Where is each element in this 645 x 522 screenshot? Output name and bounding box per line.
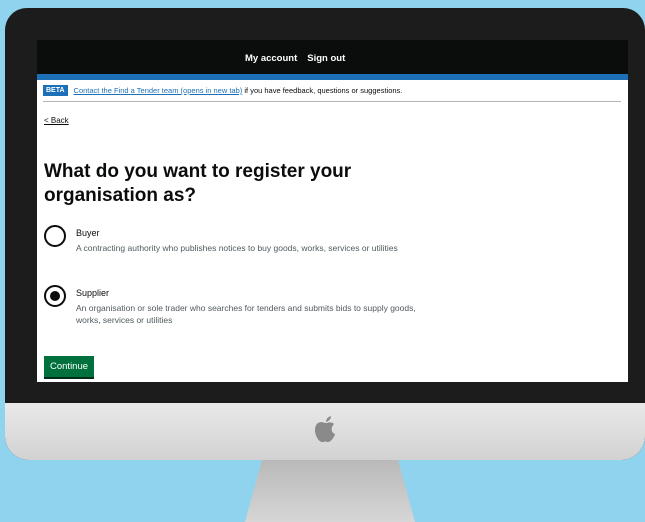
monitor-stand xyxy=(245,460,415,522)
buyer-text: Buyer A contracting authority who publis… xyxy=(76,225,416,254)
supplier-hint: An organisation or sole trader who searc… xyxy=(76,303,416,325)
supplier-text: Supplier An organisation or sole trader … xyxy=(76,285,416,326)
header-nav: My account Sign out xyxy=(245,53,345,64)
my-account-link[interactable]: My account xyxy=(245,53,297,64)
monitor-frame: My account Sign out BETA Contact the Fin… xyxy=(5,8,645,460)
beta-tag: BETA xyxy=(43,85,68,96)
sign-out-link[interactable]: Sign out xyxy=(307,53,345,64)
feedback-link[interactable]: Contact the Find a Tender team (opens in… xyxy=(74,86,243,95)
continue-button[interactable]: Continue xyxy=(44,356,95,377)
back-link-container: < Back xyxy=(44,116,69,125)
supplier-label[interactable]: Supplier xyxy=(76,288,416,298)
phase-banner-text: if you have feedback, questions or sugge… xyxy=(244,86,403,95)
site-header: My account Sign out xyxy=(37,40,628,80)
screen: My account Sign out BETA Contact the Fin… xyxy=(37,40,628,382)
phase-banner: BETA Contact the Find a Tender team (ope… xyxy=(43,85,621,102)
radio-option-buyer[interactable]: Buyer A contracting authority who publis… xyxy=(44,225,416,254)
buyer-radio[interactable] xyxy=(44,225,66,247)
monitor-chin xyxy=(5,403,645,460)
buyer-label[interactable]: Buyer xyxy=(76,228,416,238)
back-link[interactable]: < Back xyxy=(44,116,69,125)
buyer-hint: A contracting authority who publishes no… xyxy=(76,243,398,253)
page-title: What do you want to register your organi… xyxy=(44,161,352,206)
selected-dot-icon xyxy=(50,291,60,301)
radio-option-supplier[interactable]: Supplier An organisation or sole trader … xyxy=(44,285,416,326)
supplier-radio[interactable] xyxy=(44,285,66,307)
apple-logo-icon xyxy=(315,416,335,443)
